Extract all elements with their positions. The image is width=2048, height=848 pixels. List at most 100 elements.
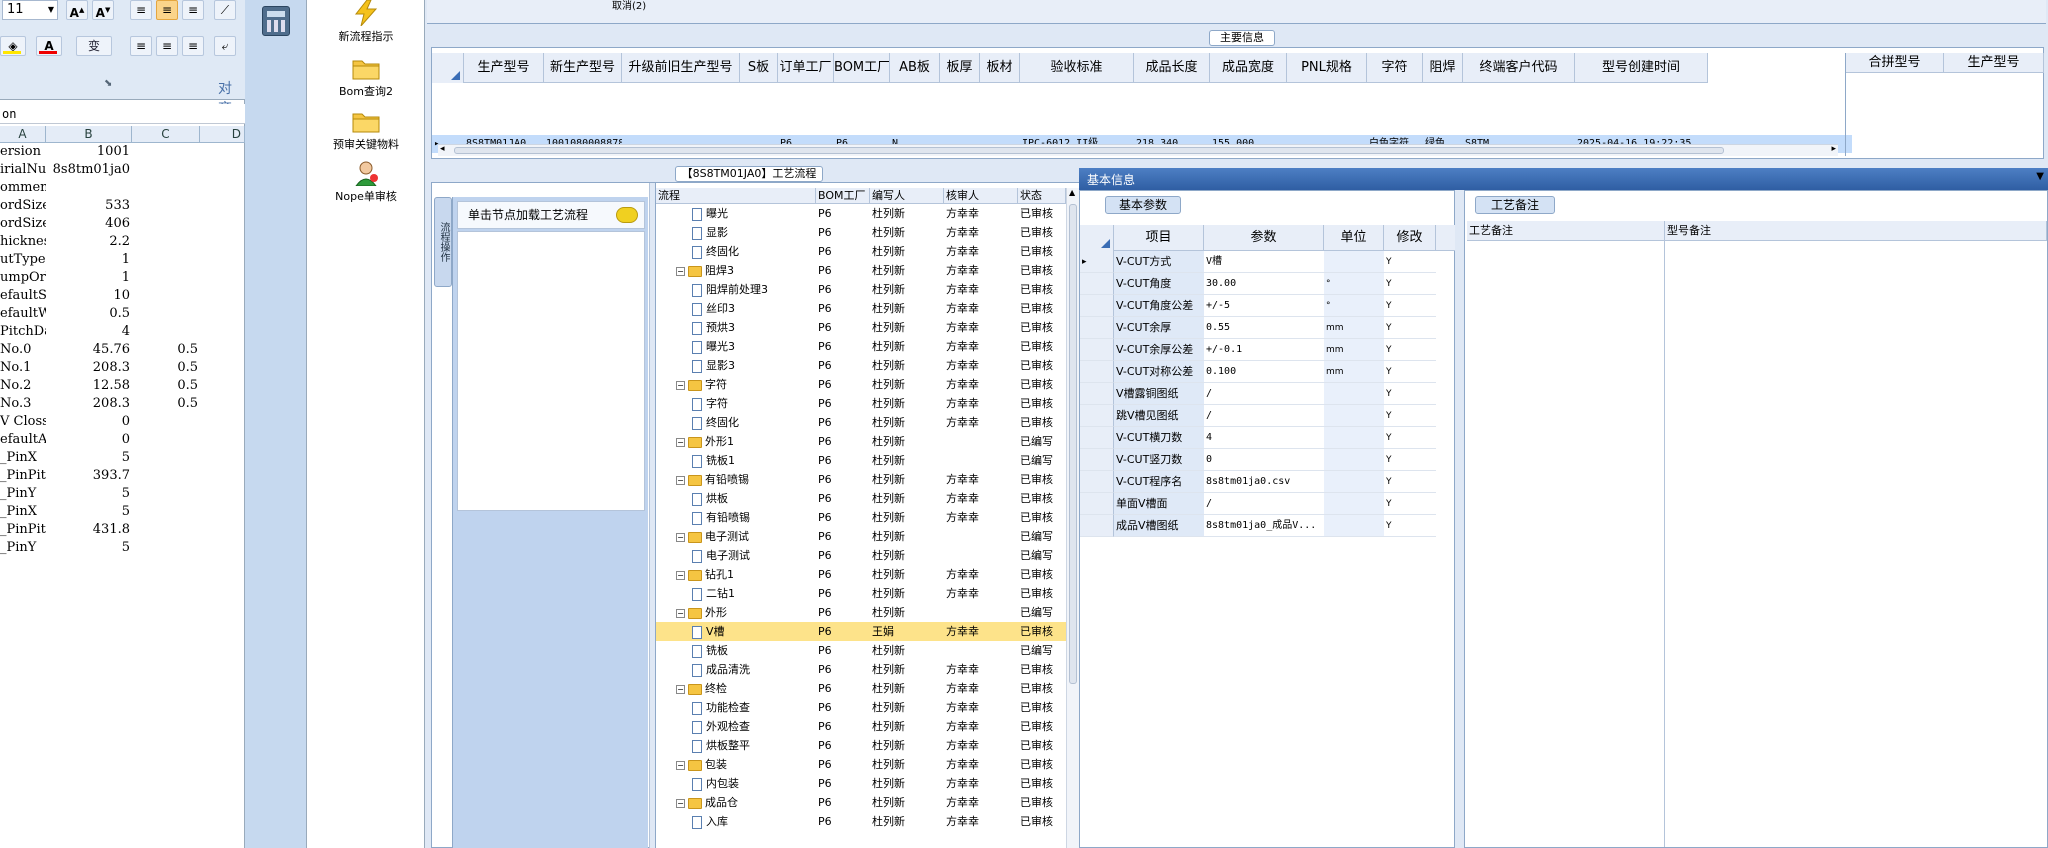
dialog-launcher-icon[interactable]: ⬊	[104, 78, 112, 89]
param-row[interactable]: V-CUT程序名 8s8tm01ja0.csv Y	[1080, 471, 1455, 493]
side-header-model[interactable]: 生产型号	[1944, 53, 2044, 73]
calculator-icon[interactable]	[262, 6, 290, 36]
column-header[interactable]: 板材	[980, 53, 1020, 83]
cell-a[interactable]: efaultAb	[0, 431, 46, 449]
horizontal-scrollbar[interactable]: ◂ ▸	[438, 144, 1838, 156]
launcher-item[interactable]: Bom查询2	[307, 55, 425, 99]
param-value[interactable]: 0.55	[1204, 317, 1324, 339]
column-header-d[interactable]: D	[200, 126, 245, 143]
tree-row[interactable]: 内包装 P6 杜列新 方幸幸 已审核	[656, 774, 1066, 793]
column-header-a[interactable]: A	[0, 126, 46, 143]
tree-node[interactable]: 终固化	[692, 413, 816, 432]
tree-row[interactable]: 曝光 P6 杜列新 方幸幸 已审核	[656, 205, 1066, 223]
param-row[interactable]: ▸ V-CUT方式 V槽 Y	[1080, 251, 1455, 273]
param-value[interactable]: /	[1204, 405, 1324, 427]
cell-c[interactable]: 0.5	[132, 377, 198, 395]
column-header[interactable]: 终端客户代码	[1463, 53, 1575, 83]
tree-node[interactable]: − 字符	[676, 375, 816, 394]
cell-b[interactable]: 5	[46, 449, 130, 467]
remark-process-area[interactable]	[1467, 241, 1665, 847]
tree-node[interactable]: − 阻焊3	[676, 261, 816, 280]
tree-row[interactable]: 显影3 P6 杜列新 方幸幸 已审核	[656, 356, 1066, 375]
tree-row[interactable]: 曝光3 P6 杜列新 方幸幸 已审核	[656, 337, 1066, 356]
collapse-icon[interactable]: −	[676, 608, 685, 618]
collapse-icon[interactable]: −	[676, 437, 685, 447]
cell-a[interactable]: efaultSp	[0, 287, 46, 305]
param-column-header[interactable]: 单位	[1324, 225, 1384, 251]
collapse-icon[interactable]: −	[676, 475, 685, 485]
tree-column-header[interactable]: 流程	[656, 188, 816, 204]
cell-a[interactable]: _PinPitc	[0, 467, 46, 485]
cell-a[interactable]: efaultWe	[0, 305, 46, 323]
cell-c[interactable]: 0.5	[132, 395, 198, 413]
param-value[interactable]: V槽	[1204, 251, 1324, 273]
param-row[interactable]: V-CUT角度 30.00 ° Y	[1080, 273, 1455, 295]
tree-row[interactable]: − 电子测试 P6 杜列新 已编写	[656, 527, 1066, 546]
cell-a[interactable]: ordSizeX	[0, 197, 46, 215]
tree-row[interactable]: 有铅喷锡 P6 杜列新 方幸幸 已审核	[656, 508, 1066, 527]
tree-node[interactable]: − 钻孔1	[676, 565, 816, 584]
tree-row[interactable]: 字符 P6 杜列新 方幸幸 已审核	[656, 394, 1066, 413]
scroll-right-icon[interactable]: ▸	[1831, 144, 1836, 154]
tree-row[interactable]: 烘板 P6 杜列新 方幸幸 已审核	[656, 489, 1066, 508]
tree-row[interactable]: 预烘3 P6 杜列新 方幸幸 已审核	[656, 318, 1066, 337]
orientation-button[interactable]: ⟋	[214, 0, 236, 20]
param-row[interactable]: V-CUT竖刀数 0 Y	[1080, 449, 1455, 471]
column-header[interactable]: 生产型号	[464, 53, 544, 83]
formula-bar[interactable]: on	[0, 104, 245, 124]
param-row[interactable]: V槽露铜图纸 / Y	[1080, 383, 1455, 405]
remark-header-process[interactable]: 工艺备注	[1467, 221, 1665, 241]
align-center-button[interactable]: ≡	[156, 36, 178, 56]
tree-row[interactable]: 电子测试 P6 杜列新 已编写	[656, 546, 1066, 565]
cell-a[interactable]: No.1	[0, 359, 46, 377]
cell-b[interactable]: 5	[46, 503, 130, 521]
param-row[interactable]: V-CUT角度公差 +/-5 ° Y	[1080, 295, 1455, 317]
tree-node[interactable]: − 终检	[676, 679, 816, 698]
tree-node[interactable]: 铣板	[692, 641, 816, 660]
splitter-right[interactable]	[1455, 190, 1464, 848]
tree-node[interactable]: 曝光	[692, 205, 816, 223]
tree-row[interactable]: 终固化 P6 杜列新 方幸幸 已审核	[656, 242, 1066, 261]
cell-b[interactable]: 5	[46, 485, 130, 503]
column-header[interactable]: 阻焊	[1423, 53, 1463, 83]
cell-b[interactable]: 0.5	[46, 305, 130, 323]
tree-node[interactable]: 入库	[692, 812, 816, 831]
param-value[interactable]: 8s8tm01ja0_成品V...	[1204, 515, 1324, 537]
cell-b[interactable]: 431.8	[46, 521, 130, 539]
column-header-c[interactable]: C	[132, 126, 200, 143]
scroll-left-icon[interactable]: ◂	[440, 144, 445, 154]
cell-a[interactable]: PitchDat	[0, 323, 46, 341]
param-value[interactable]: /	[1204, 383, 1324, 405]
tree-row[interactable]: − 钻孔1 P6 杜列新 方幸幸 已审核	[656, 565, 1066, 584]
cell-b[interactable]: 0	[46, 413, 130, 431]
tree-node[interactable]: 终固化	[692, 242, 816, 261]
tree-node[interactable]: 功能检查	[692, 698, 816, 717]
tree-row[interactable]: 功能检查 P6 杜列新 方幸幸 已审核	[656, 698, 1066, 717]
wrap-text-button[interactable]: ⤶	[214, 36, 236, 56]
cell-a[interactable]: ordSizeY	[0, 215, 46, 233]
align-bottom-button[interactable]: ≡	[182, 0, 204, 20]
tree-row[interactable]: − 终检 P6 杜列新 方幸幸 已审核	[656, 679, 1066, 698]
tree-vertical-scrollbar[interactable]: ▲	[1066, 188, 1079, 848]
tree-row[interactable]: 成品清洗 P6 杜列新 方幸幸 已审核	[656, 660, 1066, 679]
collapse-icon[interactable]: ▼	[2036, 171, 2044, 182]
tree-node[interactable]: 预烘3	[692, 318, 816, 337]
param-value[interactable]: 4	[1204, 427, 1324, 449]
cell-b[interactable]: 45.76	[46, 341, 130, 359]
column-header[interactable]: 成品长度	[1134, 53, 1210, 83]
tree-node[interactable]: 字符	[692, 394, 816, 413]
tree-row[interactable]: − 阻焊3 P6 杜列新 方幸幸 已审核	[656, 261, 1066, 280]
param-column-header[interactable]: 项目	[1114, 225, 1204, 251]
collapse-icon[interactable]: −	[676, 532, 685, 542]
cell-a[interactable]: _PinX	[0, 503, 46, 521]
side-tab-vertical[interactable]: 流程操作	[434, 197, 452, 287]
launcher-item[interactable]: 预审关键物料	[307, 108, 425, 152]
tree-row[interactable]: − 有铅喷锡 P6 杜列新 方幸幸 已审核	[656, 470, 1066, 489]
cell-a[interactable]: _PinY	[0, 539, 46, 557]
grow-font-button[interactable]: A▲	[66, 0, 88, 20]
tree-node[interactable]: − 外形1	[676, 432, 816, 451]
phonetic-button[interactable]: 变	[76, 36, 112, 56]
param-value[interactable]: 0	[1204, 449, 1324, 471]
align-right-button[interactable]: ≡	[182, 36, 204, 56]
cell-b[interactable]: 406	[46, 215, 130, 233]
